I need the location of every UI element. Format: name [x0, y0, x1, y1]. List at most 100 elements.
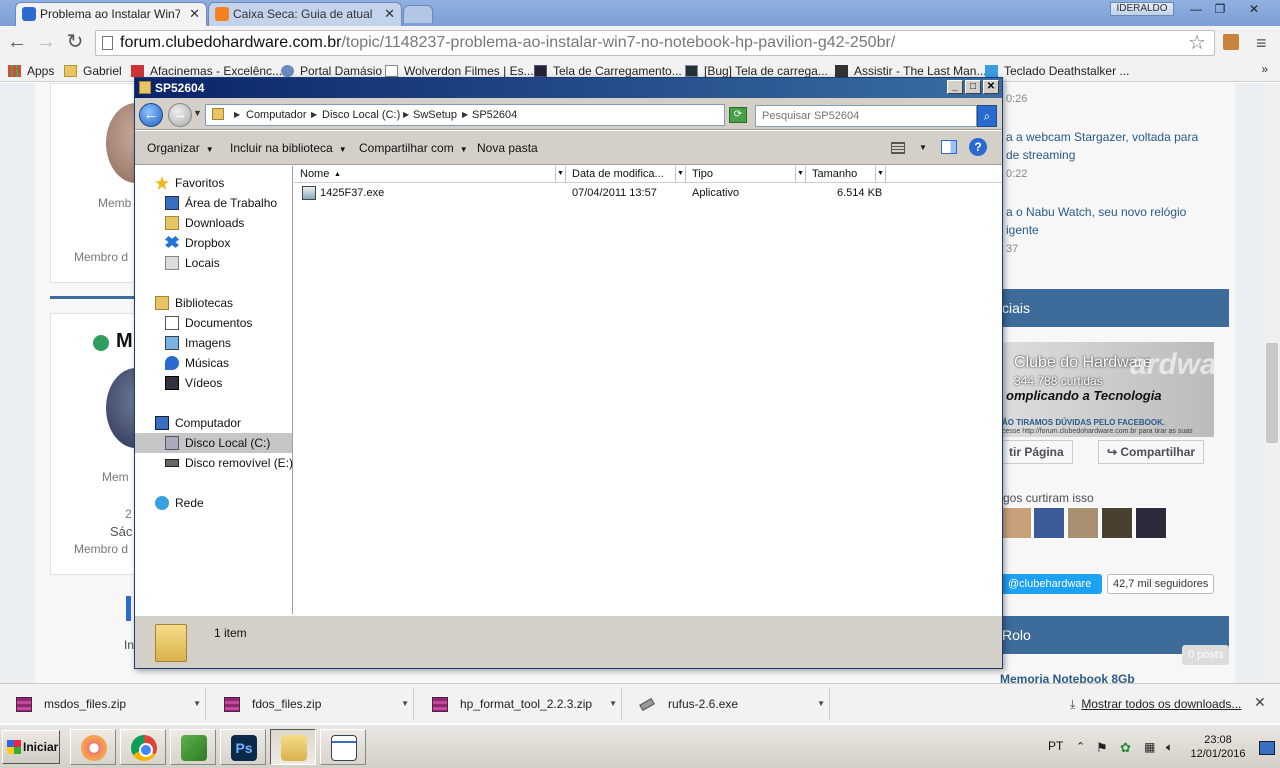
restore-window-icon[interactable]: ❐: [1208, 0, 1232, 18]
nav-documents[interactable]: Documentos: [135, 313, 292, 333]
nav-desktop[interactable]: Área de Trabalho: [135, 193, 292, 213]
network-icon[interactable]: ▦: [1144, 740, 1158, 754]
bookmark-star-icon[interactable]: ☆: [1188, 30, 1206, 55]
start-button[interactable]: Iniciar: [2, 730, 60, 764]
fb-share-button[interactable]: ↪ Compartilhar: [1098, 440, 1205, 464]
nav-libraries[interactable]: Bibliotecas: [135, 293, 292, 313]
chevron-down-icon[interactable]: ▼: [795, 166, 805, 182]
clock[interactable]: 23:08 12/01/2016: [1190, 733, 1246, 761]
taskbar-explorer[interactable]: [270, 729, 316, 765]
nav-local-disk[interactable]: Disco Local (C:): [135, 433, 292, 453]
column-name[interactable]: Nome ▲ ▼: [294, 166, 566, 183]
column-date[interactable]: Data de modifica... ▼: [566, 166, 686, 183]
breadcrumb[interactable]: ▶ Computador ▶ Disco Local (C:) ▶ SwSetu…: [205, 104, 725, 126]
chevron-down-icon[interactable]: ▼: [919, 143, 927, 152]
friend-avatar[interactable]: [1067, 507, 1099, 539]
back-arrow-icon[interactable]: ←: [139, 103, 163, 127]
nav-images[interactable]: Imagens: [135, 333, 292, 353]
chevron-down-icon[interactable]: ▼: [875, 166, 885, 182]
nav-computer[interactable]: Computador: [135, 413, 292, 433]
page-scrollbar[interactable]: [1264, 83, 1280, 683]
show-desktop-icon[interactable]: [1259, 741, 1275, 755]
friend-avatar[interactable]: [1135, 507, 1167, 539]
refresh-icon[interactable]: ⟳: [729, 107, 747, 123]
maximize-icon[interactable]: □: [965, 80, 981, 94]
nav-dropbox[interactable]: Dropbox: [135, 233, 292, 253]
download-item[interactable]: rufus-2.6.exe ▼: [628, 688, 830, 720]
new-folder-button[interactable]: Nova pasta: [477, 131, 538, 165]
language-indicator[interactable]: PT: [1048, 739, 1063, 753]
minimize-window-icon[interactable]: —: [1184, 0, 1208, 18]
chevron-down-icon[interactable]: ▼: [817, 688, 825, 720]
chevron-right-icon[interactable]: ▶: [234, 105, 240, 125]
bookmark-gabriel[interactable]: Gabriel: [64, 63, 122, 79]
back-arrow-icon[interactable]: ←: [6, 32, 28, 54]
bookmark-apps[interactable]: Apps: [8, 63, 54, 79]
chevron-right-icon[interactable]: ▶: [403, 105, 409, 125]
download-item[interactable]: msdos_files.zip ▼: [4, 688, 206, 720]
search-input[interactable]: [755, 105, 977, 127]
topic-link[interactable]: Memoria Notebook 8Gb: [1000, 672, 1135, 683]
nav-favorites[interactable]: Favoritos: [135, 173, 292, 193]
twitter-follow-button[interactable]: @clubehardware: [1000, 574, 1102, 594]
file-row[interactable]: 1425F37.exe 07/04/2011 13:57 Aplicativo …: [294, 184, 1002, 202]
breadcrumb-sp52604[interactable]: SP52604: [472, 105, 517, 125]
download-item[interactable]: hp_format_tool_2.2.3.zip ▼: [420, 688, 622, 720]
close-icon[interactable]: ✕: [1254, 694, 1266, 711]
breadcrumb-swsetup[interactable]: SwSetup: [413, 105, 457, 125]
profile-badge[interactable]: IDERALDO: [1110, 2, 1174, 16]
taskbar-window[interactable]: [320, 729, 366, 765]
forward-arrow-icon[interactable]: →: [35, 32, 57, 54]
chevron-down-icon[interactable]: ▼: [401, 688, 409, 720]
security-icon[interactable]: ✿: [1120, 740, 1134, 755]
chevron-right-icon[interactable]: ▶: [311, 105, 317, 125]
search-icon[interactable]: ⌕: [977, 105, 997, 127]
reload-icon[interactable]: ↻: [64, 32, 86, 54]
author-name[interactable]: M: [116, 330, 133, 353]
friend-avatar[interactable]: [1000, 507, 1032, 539]
new-tab-button[interactable]: [403, 5, 433, 23]
nav-places[interactable]: Locais: [135, 253, 292, 273]
action-center-flag-icon[interactable]: ⚑: [1096, 740, 1110, 755]
nav-network[interactable]: Rede: [135, 493, 292, 513]
friend-avatar[interactable]: [1033, 507, 1065, 539]
close-window-icon[interactable]: ✕: [1242, 0, 1266, 18]
close-tab-icon[interactable]: ✕: [189, 3, 200, 25]
breadcrumb-computer[interactable]: Computador: [246, 105, 307, 125]
forward-arrow-icon[interactable]: →: [168, 103, 192, 127]
facebook-page-cover[interactable]: Clube do Hardware 344.788 curtidas ardwa…: [1000, 342, 1214, 437]
tab-problema-win7[interactable]: Problema ao Instalar Win7 no ✕: [15, 2, 207, 26]
nav-music[interactable]: Músicas: [135, 353, 292, 373]
share-with-button[interactable]: Compartilhar com ▼: [359, 131, 468, 167]
chevron-down-icon[interactable]: ▼: [193, 688, 201, 720]
news-link[interactable]: a o Nabu Watch, seu novo relógio igente: [1006, 203, 1186, 239]
address-bar[interactable]: forum.clubedohardware.com.br/topic/11482…: [95, 30, 1215, 56]
taskbar-media-player[interactable]: [70, 729, 116, 765]
include-library-button[interactable]: Incluir na biblioteca ▼: [230, 131, 347, 167]
news-link[interactable]: a a webcam Stargazer, voltada para de st…: [1006, 128, 1198, 164]
chevron-down-icon[interactable]: ▼: [675, 166, 685, 182]
chrome-menu-icon[interactable]: ≡: [1256, 33, 1267, 54]
preview-pane-icon[interactable]: [941, 140, 957, 154]
taskbar-chrome[interactable]: [120, 729, 166, 765]
tab-caixa-seca[interactable]: Caixa Seca: Guia de atualizaç ✕: [208, 2, 402, 26]
minimize-icon[interactable]: _: [947, 80, 963, 94]
show-hidden-icons-icon[interactable]: ⌃: [1076, 740, 1090, 754]
friend-avatar[interactable]: [1101, 507, 1133, 539]
volume-icon[interactable]: 🔈︎: [1166, 740, 1180, 754]
close-tab-icon[interactable]: ✕: [384, 3, 395, 25]
nav-videos[interactable]: Vídeos: [135, 373, 292, 393]
organize-button[interactable]: Organizar ▼: [147, 131, 214, 167]
fb-like-page-button[interactable]: tir Página: [1000, 440, 1073, 464]
help-icon[interactable]: ?: [969, 138, 987, 156]
chevron-down-icon[interactable]: ▼: [555, 166, 565, 182]
recent-pages-dropdown-icon[interactable]: ▼: [193, 108, 202, 118]
chevron-right-icon[interactable]: ▶: [462, 105, 468, 125]
chevron-down-icon[interactable]: ▼: [609, 688, 617, 720]
breadcrumb-local-disk[interactable]: Disco Local (C:): [322, 105, 400, 125]
taskbar-app[interactable]: [170, 729, 216, 765]
download-item[interactable]: fdos_files.zip ▼: [212, 688, 414, 720]
show-all-downloads-link[interactable]: ⤓ Mostrar todos os downloads...: [1070, 688, 1241, 720]
column-size[interactable]: Tamanho ▼: [806, 166, 886, 183]
close-icon[interactable]: ✕: [983, 80, 999, 94]
